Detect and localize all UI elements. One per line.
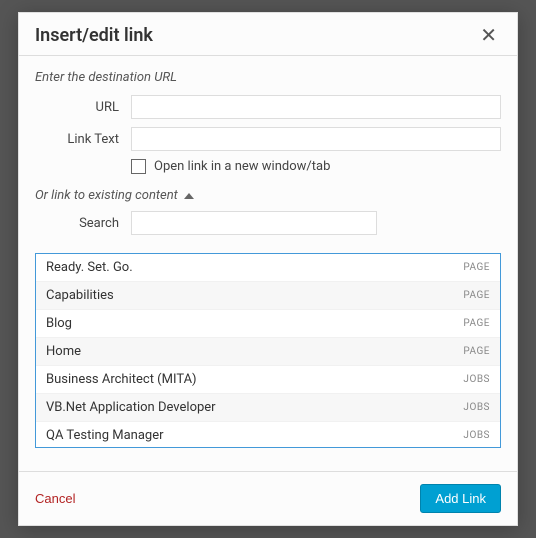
modal-footer: Cancel Add Link [19,471,517,525]
linktext-label: Link Text [35,132,131,147]
result-title: QA Testing Manager [46,428,164,443]
result-item[interactable]: Capabilities PAGE [36,282,500,310]
result-type: PAGE [463,262,490,273]
result-type: JOBS [463,430,490,441]
existing-content-toggle[interactable]: Or link to existing content [35,188,501,203]
results-box: Ready. Set. Go. PAGE Capabilities PAGE Blog P… [35,253,501,448]
add-link-button[interactable]: Add Link [420,484,501,513]
result-type: PAGE [463,318,490,329]
result-item[interactable]: Blog PAGE [36,310,500,338]
result-title: Capabilities [46,288,114,303]
search-input[interactable] [131,211,377,235]
result-type: JOBS [463,374,490,385]
result-title: Ready. Set. Go. [46,260,133,275]
result-item[interactable]: VB.Net Application Developer JOBS [36,394,500,422]
modal-body: Enter the destination URL URL Link Text … [19,56,517,471]
result-item[interactable]: Business Architect (MITA) JOBS [36,366,500,394]
modal-title: Insert/edit link [35,25,153,46]
result-title: Home [46,344,81,359]
newtab-checkbox[interactable] [131,159,146,174]
modal-header: Insert/edit link ✕ [19,13,517,56]
result-item[interactable]: Ready. Set. Go. PAGE [36,254,500,282]
url-input[interactable] [131,95,501,119]
toggle-label: Or link to existing content [35,188,178,203]
result-type: PAGE [463,346,490,357]
url-row: URL [35,95,501,119]
search-label: Search [35,216,131,231]
result-type: JOBS [463,402,490,413]
result-title: Business Architect (MITA) [46,372,197,387]
result-item[interactable]: Home PAGE [36,338,500,366]
newtab-row: Open link in a new window/tab [35,159,501,174]
insert-link-modal: Insert/edit link ✕ Enter the destination… [18,12,518,526]
intro-text: Enter the destination URL [35,70,501,85]
result-title: Blog [46,316,72,331]
newtab-label: Open link in a new window/tab [154,159,330,174]
results-scroll[interactable]: Ready. Set. Go. PAGE Capabilities PAGE Blog P… [36,254,500,447]
result-type: PAGE [463,290,490,301]
cancel-button[interactable]: Cancel [35,491,75,506]
result-title: VB.Net Application Developer [46,400,216,415]
search-row: Search [35,211,501,235]
result-item[interactable]: QA Testing Manager JOBS [36,422,500,447]
linktext-input[interactable] [131,127,501,151]
caret-up-icon [184,193,194,199]
url-label: URL [35,100,131,115]
linktext-row: Link Text [35,127,501,151]
close-icon[interactable]: ✕ [476,23,501,47]
